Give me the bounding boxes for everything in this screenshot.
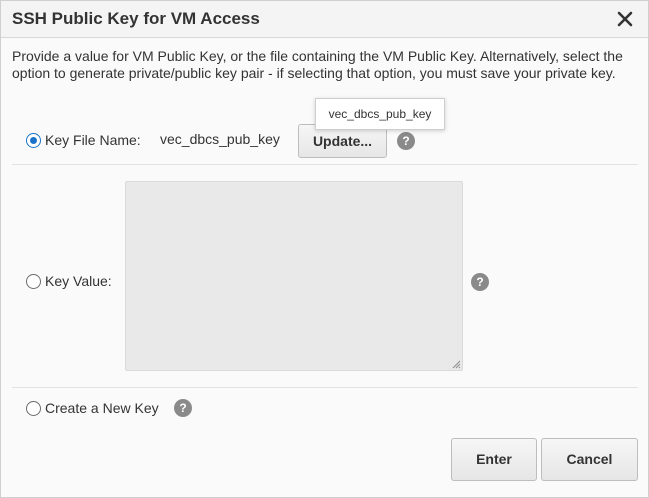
new-key-label: Create a New Key	[45, 400, 159, 416]
enter-button[interactable]: Enter	[451, 438, 537, 481]
divider	[12, 387, 638, 388]
divider	[12, 164, 638, 165]
help-icon[interactable]: ?	[174, 399, 192, 417]
file-name-tooltip: vec_dbcs_pub_key	[315, 98, 445, 130]
key-value-textarea[interactable]	[125, 181, 463, 371]
help-icon[interactable]: ?	[397, 132, 415, 150]
key-value-label: Key Value:	[45, 273, 112, 289]
key-value-radio[interactable]	[26, 274, 41, 289]
dialog-titlebar: SSH Public Key for VM Access	[1, 1, 648, 38]
close-icon[interactable]	[614, 8, 636, 30]
dialog-title: SSH Public Key for VM Access	[12, 9, 260, 28]
dialog-description: Provide a value for VM Public Key, or th…	[12, 48, 623, 81]
cancel-button[interactable]: Cancel	[541, 438, 638, 481]
key-file-name: vec_dbcs_pub_key	[160, 131, 280, 147]
key-file-label: Key File Name:	[45, 132, 141, 148]
new-key-radio[interactable]	[26, 401, 41, 416]
key-file-radio[interactable]	[26, 133, 41, 148]
ssh-key-dialog: SSH Public Key for VM Access Provide a v…	[0, 0, 649, 498]
help-icon[interactable]: ?	[471, 273, 489, 291]
resize-grip-icon[interactable]	[451, 359, 461, 369]
